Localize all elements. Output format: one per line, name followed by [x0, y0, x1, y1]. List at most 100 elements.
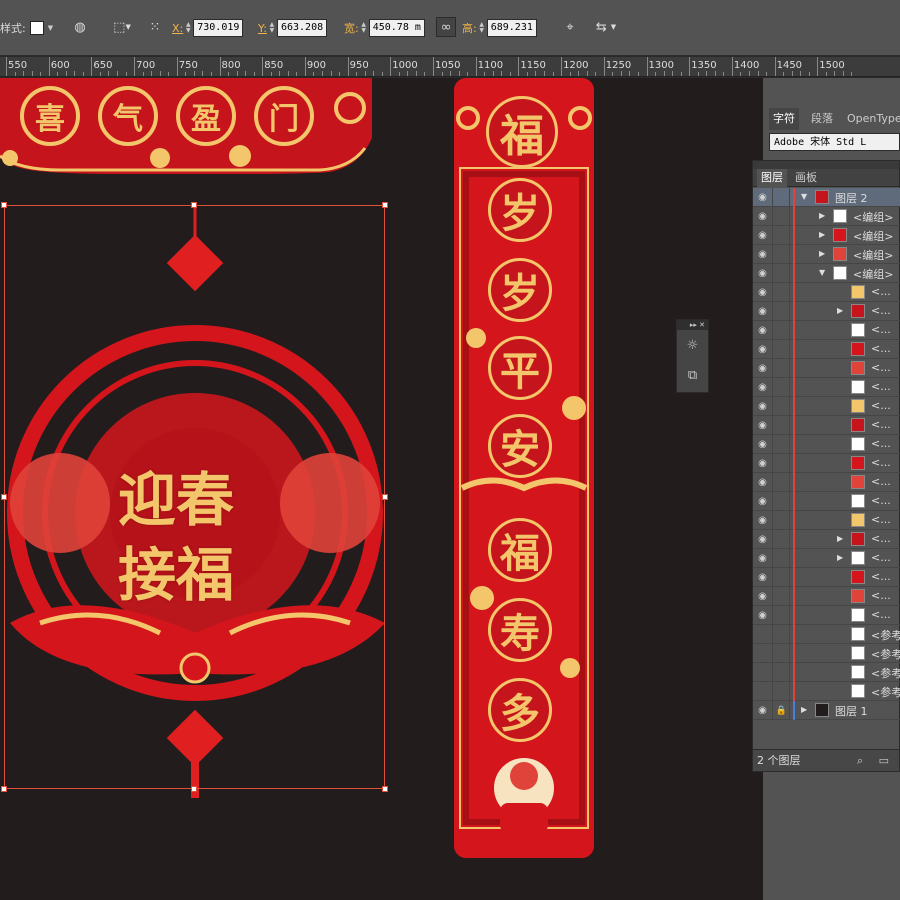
visibility-eye-icon[interactable]: ◉: [753, 587, 773, 606]
tab-opentype[interactable]: OpenType: [843, 108, 900, 130]
visibility-eye-icon[interactable]: ◉: [753, 340, 773, 359]
lock-icon[interactable]: [774, 340, 790, 359]
lock-icon[interactable]: [774, 226, 790, 245]
lock-icon[interactable]: [774, 511, 790, 530]
layer-item-row[interactable]: ◉ <...: [753, 397, 900, 416]
lock-icon[interactable]: 🔒: [774, 701, 790, 720]
layer-item-row[interactable]: <参考...: [753, 625, 900, 644]
visibility-eye-icon[interactable]: ◉: [753, 397, 773, 416]
appearance-icon[interactable]: ☼: [677, 330, 708, 360]
layer-item-row[interactable]: ◉ <...: [753, 378, 900, 397]
y-field[interactable]: 663.208: [276, 19, 327, 37]
lock-icon[interactable]: [774, 207, 790, 226]
lock-icon[interactable]: [774, 359, 790, 378]
horizontal-ruler[interactable]: 550 600 650 700 750 800 850 900 950 1000 1050 1100 1…: [0, 57, 900, 77]
layer-item-row[interactable]: <参考...: [753, 663, 900, 682]
layer-item-row[interactable]: ◉ <...: [753, 587, 900, 606]
reference-point-grid-icon[interactable]: ⁙: [145, 17, 165, 37]
layer-item-row[interactable]: <参考...: [753, 644, 900, 663]
visibility-eye-icon[interactable]: ◉: [753, 359, 773, 378]
visibility-eye-icon[interactable]: ◉: [753, 473, 773, 492]
expand-right-icon[interactable]: ▶: [819, 211, 825, 220]
visibility-eye-icon[interactable]: [753, 625, 773, 644]
visibility-eye-icon[interactable]: ◉: [753, 492, 773, 511]
visibility-eye-icon[interactable]: ◉: [753, 606, 773, 625]
layer-item-row[interactable]: <参考...: [753, 682, 900, 701]
layer-item-row[interactable]: ◉ <...: [753, 511, 900, 530]
recolor-icon[interactable]: ◍: [70, 17, 90, 37]
lock-icon[interactable]: [774, 625, 790, 644]
height-field[interactable]: 689.231: [486, 19, 537, 37]
lock-icon[interactable]: [774, 283, 790, 302]
font-family-field[interactable]: Adobe 宋体 Std L: [769, 133, 900, 151]
visibility-eye-icon[interactable]: ◉: [753, 511, 773, 530]
lock-icon[interactable]: [774, 264, 790, 283]
transform-icon[interactable]: ⌖: [560, 17, 580, 37]
expand-right-icon[interactable]: ▶: [801, 705, 807, 714]
search-icon[interactable]: ⌕ ▭: [857, 750, 895, 772]
layer-item-row[interactable]: ◉ ▶ <编组>: [753, 226, 900, 245]
lock-icon[interactable]: [774, 587, 790, 606]
tab-paragraph[interactable]: 段落: [807, 108, 837, 130]
lock-icon[interactable]: [774, 663, 790, 682]
lock-icon[interactable]: [774, 188, 790, 207]
visibility-eye-icon[interactable]: ◉: [753, 302, 773, 321]
layer-item-row[interactable]: ◉ <...: [753, 340, 900, 359]
width-stepper[interactable]: ▲ ▼: [359, 19, 369, 37]
close-icon[interactable]: ▸▸ ✕: [677, 320, 708, 330]
layer-item-row[interactable]: ◉ ▶ <编组>: [753, 245, 900, 264]
layer-item-row[interactable]: ◉ <...: [753, 283, 900, 302]
visibility-eye-icon[interactable]: ◉: [753, 435, 773, 454]
style-control[interactable]: 样式: ▼: [0, 17, 53, 39]
layer-item-row[interactable]: ◉ <...: [753, 568, 900, 587]
layer-item-row[interactable]: ◉ ▶ <编组>: [753, 207, 900, 226]
expand-right-icon[interactable]: ▶: [819, 249, 825, 258]
lock-icon[interactable]: [774, 245, 790, 264]
visibility-eye-icon[interactable]: ◉: [753, 378, 773, 397]
visibility-eye-icon[interactable]: ◉: [753, 530, 773, 549]
reference-point-dropdown-icon[interactable]: ⬚ ▼: [108, 17, 136, 37]
style-swatch[interactable]: [29, 21, 44, 35]
lock-icon[interactable]: [774, 606, 790, 625]
x-field[interactable]: 730.019: [193, 19, 244, 37]
lock-icon[interactable]: [774, 302, 790, 321]
layer-item-row[interactable]: ◉ <...: [753, 606, 900, 625]
tab-layers[interactable]: 图层: [757, 169, 787, 187]
layer-item-row[interactable]: ◉ <...: [753, 473, 900, 492]
chevron-down-icon[interactable]: ▼: [48, 24, 53, 32]
visibility-eye-icon[interactable]: ◉: [753, 245, 773, 264]
lock-icon[interactable]: [774, 492, 790, 511]
lock-icon[interactable]: [774, 435, 790, 454]
layer-item-row[interactable]: ◉ <...: [753, 416, 900, 435]
expand-right-icon[interactable]: ▶: [837, 534, 843, 543]
lock-icon[interactable]: [774, 473, 790, 492]
x-stepper[interactable]: ▲ ▼: [183, 19, 193, 37]
layer-item-row[interactable]: ◉ ▼ <编组>: [753, 264, 900, 283]
lock-icon[interactable]: [774, 568, 790, 587]
artboard-canvas[interactable]: 喜 气 盈 门 迎春 接福 福 岁 岁 平 安 福 寿 多: [0, 78, 763, 900]
visibility-eye-icon[interactable]: ◉: [753, 226, 773, 245]
expand-down-icon[interactable]: ▼: [819, 268, 825, 277]
visibility-eye-icon[interactable]: ◉: [753, 701, 773, 720]
arrange-dropdown-icon[interactable]: ⇆ ▼: [590, 17, 622, 37]
expand-right-icon[interactable]: ▶: [819, 230, 825, 239]
transform-panel-icon[interactable]: ⧉: [677, 360, 708, 390]
visibility-eye-icon[interactable]: ◉: [753, 188, 773, 207]
visibility-eye-icon[interactable]: ◉: [753, 283, 773, 302]
layer-item-row[interactable]: ◉ <...: [753, 492, 900, 511]
visibility-eye-icon[interactable]: ◉: [753, 454, 773, 473]
width-field[interactable]: 450.78 m: [368, 19, 425, 37]
layer-item-row[interactable]: ◉ <...: [753, 359, 900, 378]
lock-icon[interactable]: [774, 530, 790, 549]
layer-item-row[interactable]: ◉ <...: [753, 435, 900, 454]
lock-icon[interactable]: [774, 321, 790, 340]
expand-right-icon[interactable]: ▶: [837, 553, 843, 562]
visibility-eye-icon[interactable]: [753, 663, 773, 682]
lock-icon[interactable]: [774, 397, 790, 416]
couplet-artwork[interactable]: 福 岁 岁 平 安 福 寿 多: [452, 78, 596, 858]
ornament-artwork[interactable]: 迎春 接福: [0, 203, 395, 803]
lock-icon[interactable]: [774, 416, 790, 435]
lock-icon[interactable]: [774, 644, 790, 663]
tab-character[interactable]: 字符: [769, 108, 799, 130]
link-icon[interactable]: ∞: [436, 17, 456, 37]
